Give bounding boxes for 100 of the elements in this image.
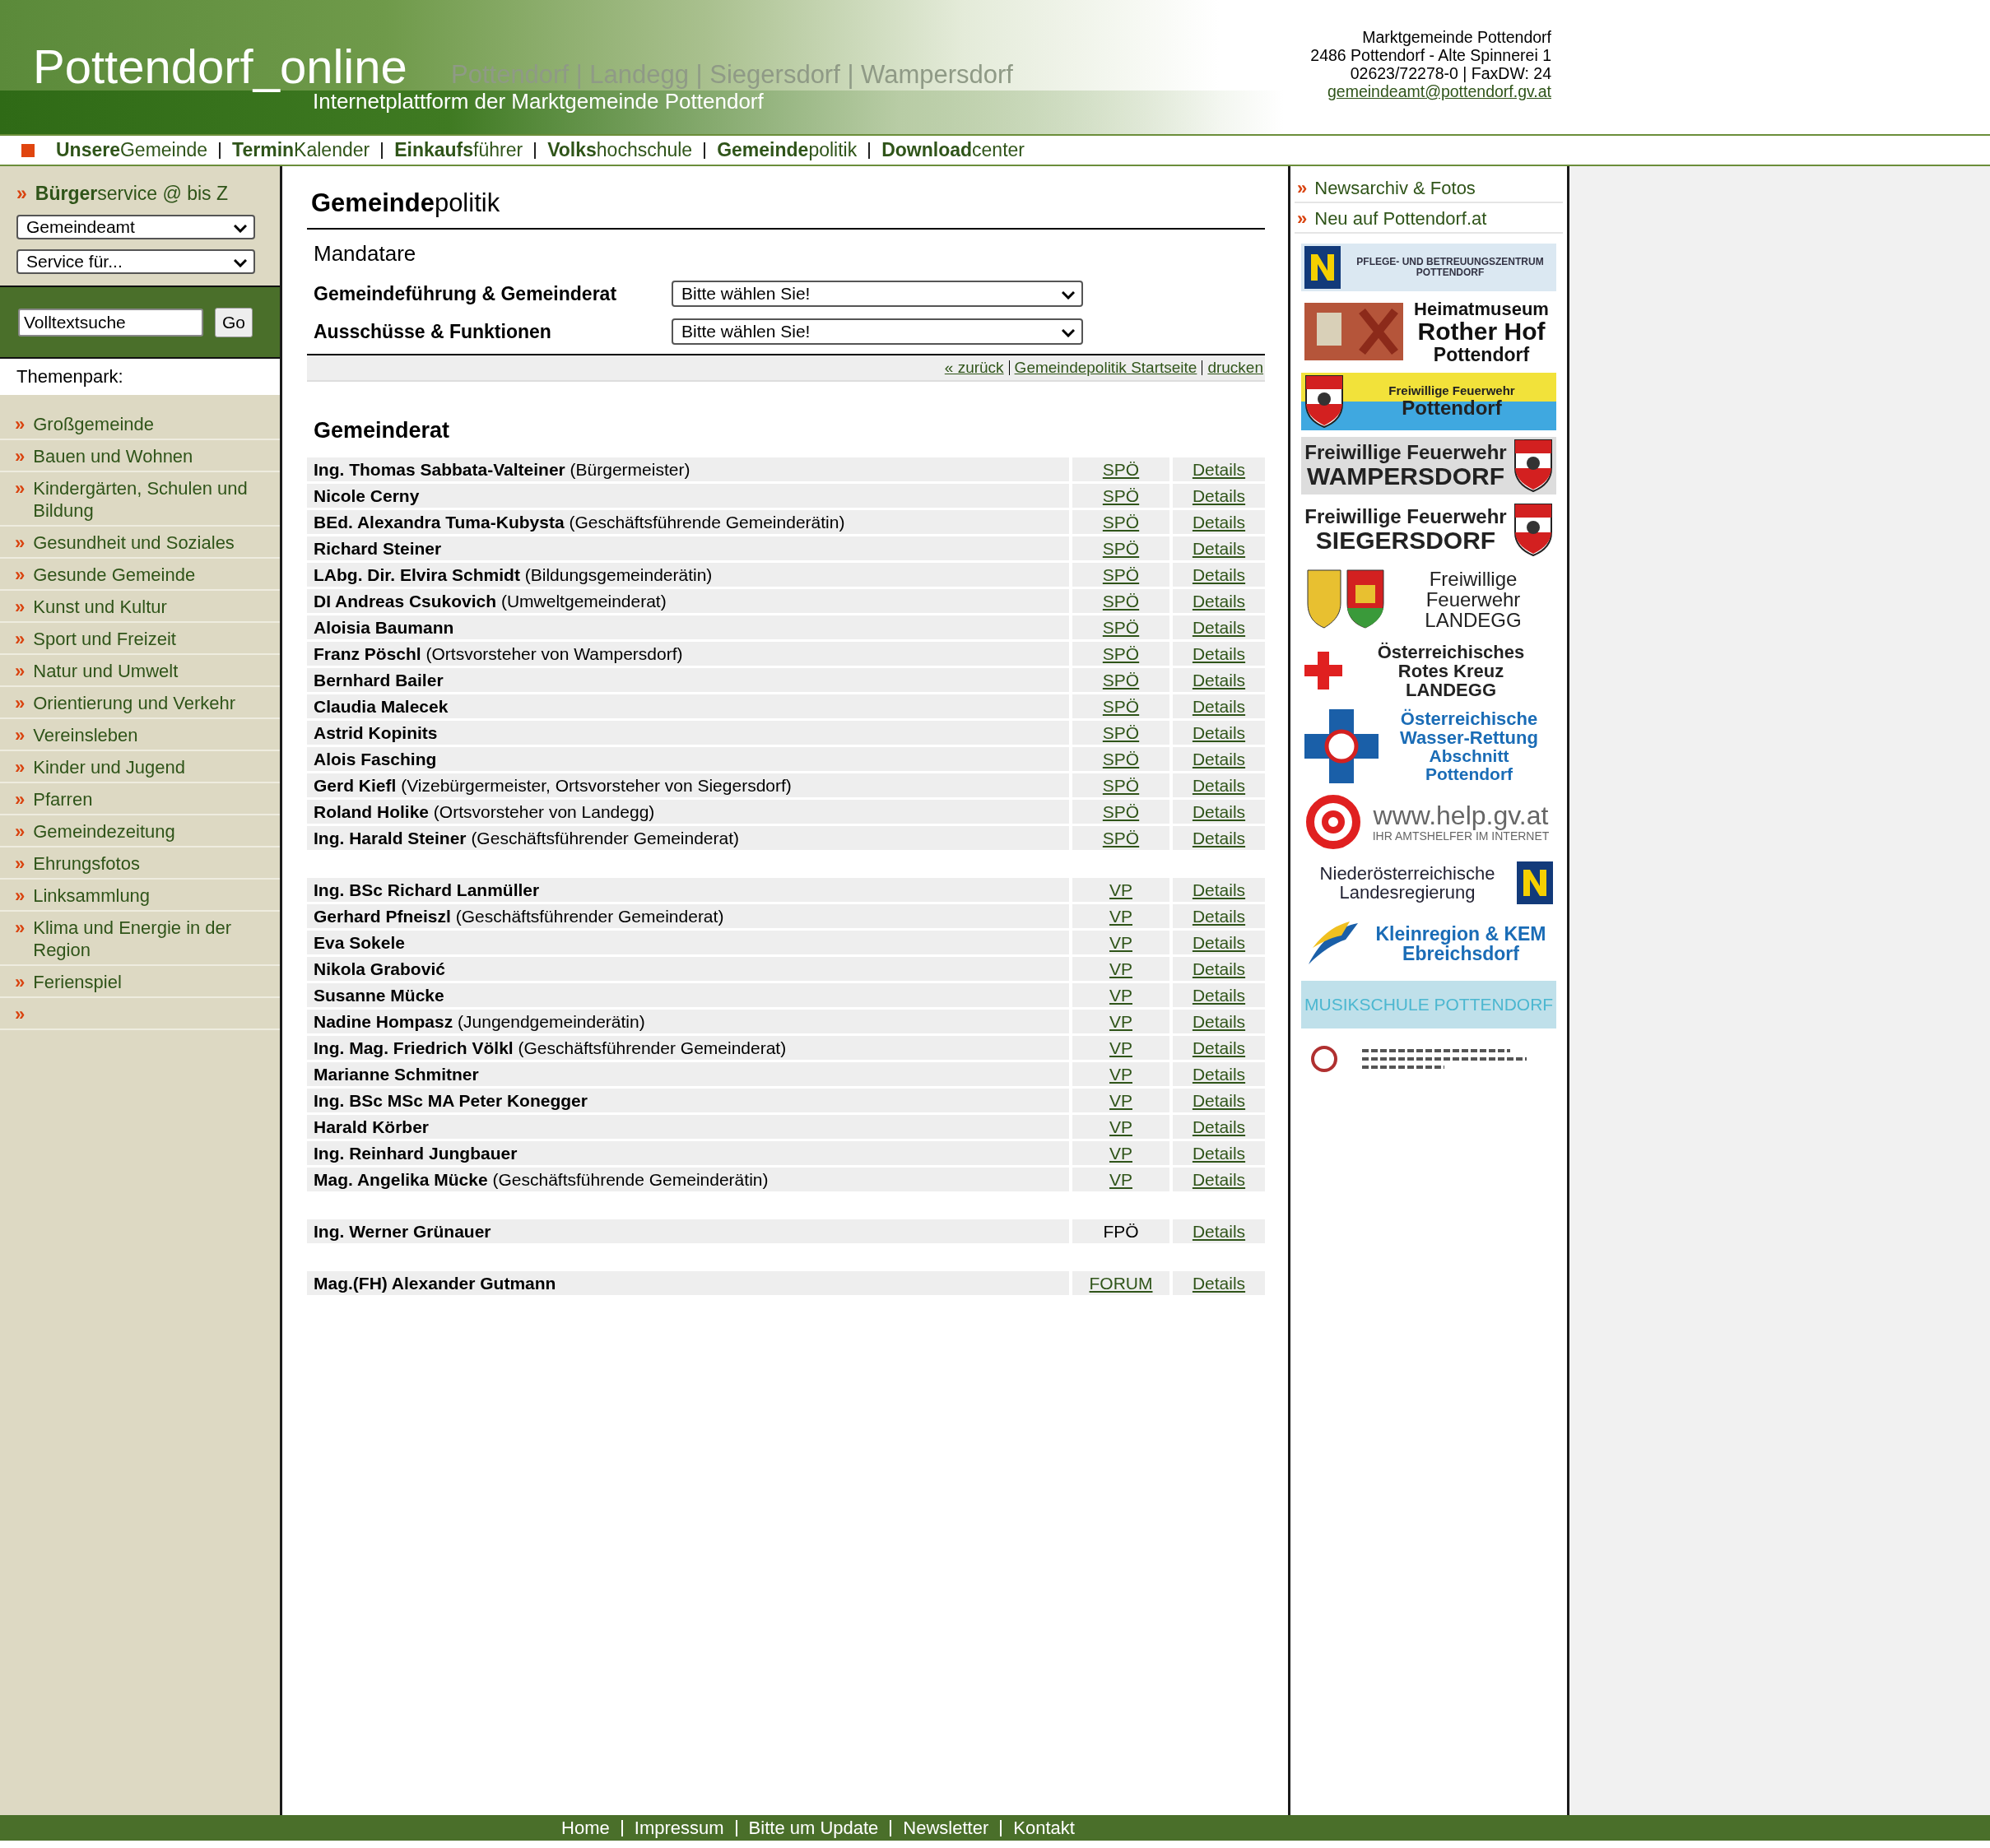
member-name: Franz Pöschl (Ortsvorsteher von Wampersdorf) (307, 642, 1069, 666)
action-link[interactable]: Gemeindepolitik Startseite (1014, 359, 1197, 377)
bullet-icon: » (15, 917, 26, 961)
member-name: Ing. Werner Grünauer (307, 1219, 1069, 1243)
member-name: Roland Holike (Ortsvorsteher von Landegg) (307, 800, 1069, 824)
go-button[interactable]: Go (215, 307, 253, 337)
topic-link[interactable]: Großgemeinde (33, 413, 154, 435)
sidebar-link[interactable]: Neu auf Pottendorf.at (1314, 208, 1487, 230)
topic-link[interactable]: Kinder und Jugend (33, 756, 185, 778)
topic-link[interactable]: Natur und Umwelt (33, 660, 179, 682)
section-heading: Gemeinderat (313, 417, 451, 444)
member-name: Alois Fasching (307, 747, 1069, 771)
bullet-icon: » (15, 724, 26, 746)
topic-link[interactable]: Ferienspiel (33, 971, 122, 993)
topic-link[interactable]: Kindergärten, Schulen und Bildung (33, 477, 275, 522)
member-name: Ing. Mag. Friedrich Völkl (Geschäftsführender Gemeinderat) (307, 1036, 1069, 1060)
filter-label: Gemeindeführung & Gemeinderat (314, 282, 618, 305)
bullet-icon: » (1297, 208, 1308, 230)
bullet-icon: » (15, 852, 26, 875)
service-dropdown[interactable]: Gemeindeamt (16, 215, 255, 239)
contact-line: 2486 Pottendorf - Alte Spinnerei 1 (1310, 46, 1551, 64)
bullet-icon: » (15, 564, 26, 586)
member-name: Nicole Cerny (307, 484, 1069, 508)
member-name: LAbg. Dir. Elvira Schmidt (Bildungsgemeinderätin) (307, 563, 1069, 587)
topic-link[interactable]: Ehrungsfotos (33, 852, 140, 875)
contact-line: 02623/72278-0 | FaxDW: 24 (1349, 64, 1551, 82)
nav-link[interactable]: Volkshochschule (536, 139, 704, 161)
nav-link[interactable]: TerminKalender (221, 139, 382, 161)
member-name: Claudia Malecek (307, 694, 1069, 718)
bullet-icon: » (15, 885, 26, 907)
footer-link[interactable]: Kontakt (1002, 1817, 1086, 1839)
bullet-icon: » (15, 445, 26, 467)
member-name: BEd. Alexandra Tuma-Kubysta (Geschäftsführende Gemeinderätin) (307, 510, 1069, 534)
banner-link[interactable]: Freiwillige Feuerwehr WAMPERSDORF (1301, 436, 1556, 495)
filter-label: Ausschüsse & Funktionen (314, 320, 552, 343)
member-name: Ing. Thomas Sabbata-Valteiner (Bürgermeister) (307, 457, 1069, 481)
bullet-icon: » (15, 532, 26, 554)
nav-link[interactable]: Downloadcenter (870, 139, 1036, 161)
site-title: Pottendorf_online (33, 43, 407, 91)
topic-link[interactable]: Klima und Energie in der Region (33, 917, 275, 961)
footer-link[interactable]: Impressum (622, 1817, 736, 1839)
bullet-icon: » (16, 183, 27, 204)
member-name: Ing. Reinhard Jungbauer (307, 1141, 1069, 1165)
section-label: Themenpark: (0, 359, 280, 395)
bullet-icon: » (15, 788, 26, 810)
member-name: Aloisia Baumann (307, 615, 1069, 639)
member-name: Nadine Hompasz (Jungendgemeinderätin) (307, 1010, 1069, 1033)
member-name: Harald Körber (307, 1115, 1069, 1139)
service-dropdown[interactable]: Service für... (16, 249, 255, 274)
banner-link[interactable]: Freiwillige Feuerwehr Pottendorf (1301, 372, 1556, 430)
action-link[interactable]: drucken (1207, 359, 1263, 377)
section-heading: Mandatare (313, 241, 417, 267)
member-name: Mag. Angelika Mücke (Geschäftsführende Gemeinderätin) (307, 1168, 1069, 1191)
footer-link[interactable]: Bitte um Update (737, 1817, 890, 1839)
bullet-icon: » (15, 1003, 26, 1025)
member-name: Marianne Schmitner (307, 1062, 1069, 1086)
bullet-icon: » (15, 596, 26, 618)
search-field[interactable]: Volltextsuche (18, 308, 203, 337)
member-name: Mag.(FH) Alexander Gutmann (307, 1271, 1069, 1295)
filter-dropdown[interactable]: Bitte wählen Sie! (672, 318, 1083, 345)
bullet-icon: » (15, 413, 26, 435)
filter-dropdown[interactable]: Bitte wählen Sie! (672, 281, 1083, 307)
topic-link[interactable]: Kunst und Kultur (33, 596, 167, 618)
email-link[interactable]: gemeindeamt@pottendorf.gv.at (1327, 82, 1551, 100)
nav-link[interactable]: UnsereGemeinde (56, 139, 220, 161)
nav-link[interactable]: Einkaufsführer (383, 139, 535, 161)
bullet-icon: » (15, 660, 26, 682)
member-name: Richard Steiner (307, 536, 1069, 560)
topic-link[interactable]: Gesundheit und Soziales (33, 532, 235, 554)
banner-link[interactable]: PFLEGE- UND BETREUUNGSZENTRUM POTTENDORF (1301, 244, 1556, 291)
site-tagline: Internetplattform der Marktgemeinde Pottendorf (313, 91, 764, 112)
bullet-icon: » (15, 756, 26, 778)
topic-link[interactable]: Pfarren (33, 788, 93, 810)
topic-link[interactable]: Gesunde Gemeinde (33, 564, 196, 586)
footer-link[interactable]: Newsletter (891, 1817, 1001, 1839)
bullet-icon: » (15, 477, 26, 522)
action-link[interactable]: « zurück (944, 359, 1004, 377)
nav-link[interactable]: Gemeindepolitik (705, 139, 869, 161)
member-name: Gerd Kiefl (Vizebürgermeister, Ortsvorsteher von Siegersdorf) (307, 773, 1069, 797)
bullet-icon: » (15, 692, 26, 714)
member-name: Susanne Mücke (307, 983, 1069, 1007)
member-name: Bernhard Bailer (307, 668, 1069, 692)
member-name: Ing. BSc MSc MA Peter Konegger (307, 1089, 1069, 1112)
topic-link[interactable]: Linksammlung (33, 885, 151, 907)
topic-link[interactable]: Sport und Freizeit (33, 628, 176, 650)
footer-link[interactable]: Home (550, 1817, 621, 1839)
member-name: Astrid Kopinits (307, 721, 1069, 745)
bullet-icon: » (15, 820, 26, 843)
topic-link[interactable]: Orientierung und Verkehr (33, 692, 236, 714)
topic-link[interactable]: Gemeindezeitung (33, 820, 175, 843)
member-name: Eva Sokele (307, 931, 1069, 954)
topic-link[interactable]: Bauen und Wohnen (33, 445, 193, 467)
topic-link[interactable]: Vereinsleben (33, 724, 138, 746)
member-name: Nikola Grabović (307, 957, 1069, 981)
member-name: DI Andreas Csukovich (Umweltgemeinderat) (307, 589, 1069, 613)
service-heading[interactable]: Bürgerservice @ bis Z (35, 183, 229, 204)
member-name: Gerhard Pfneiszl (Geschäftsführender Gemeinderat) (307, 904, 1069, 928)
contact-line: Marktgemeinde Pottendorf (1361, 28, 1551, 46)
party-label: FPÖ (1103, 1221, 1139, 1242)
sidebar-link[interactable]: Newsarchiv & Fotos (1314, 178, 1476, 199)
